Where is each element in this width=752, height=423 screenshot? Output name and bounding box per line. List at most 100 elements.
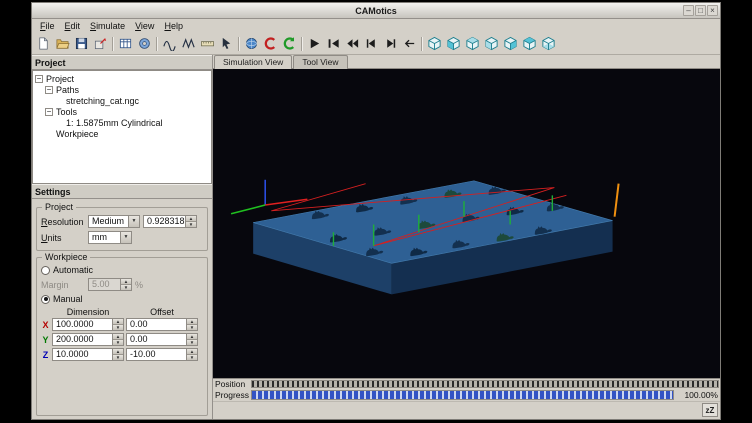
window-controls: – □ × bbox=[683, 5, 718, 16]
units-select[interactable]: mm ▼ bbox=[88, 231, 132, 244]
settings-panel-title: Settings bbox=[35, 187, 71, 197]
play-button[interactable] bbox=[305, 34, 324, 53]
measure-button[interactable] bbox=[198, 34, 217, 53]
position-slider[interactable] bbox=[251, 380, 719, 388]
progress-percent: 100.00% bbox=[674, 390, 720, 400]
tree-label: 1: 1.5875mm Cylindrical bbox=[66, 118, 163, 128]
z-dimension-spinbox[interactable]: 10.0000 ▲ ▼ bbox=[52, 348, 124, 361]
back-view-button[interactable] bbox=[463, 34, 482, 53]
group-title: Project bbox=[42, 202, 76, 212]
step-forward-button[interactable] bbox=[381, 34, 400, 53]
spin-down-button[interactable]: ▼ bbox=[187, 355, 197, 360]
collapse-icon[interactable]: − bbox=[35, 75, 43, 83]
menu-view[interactable]: View bbox=[130, 20, 159, 32]
tree-item-project[interactable]: − Project bbox=[35, 73, 211, 84]
spin-value: 100.0000 bbox=[53, 319, 112, 330]
sleep-indicator-button[interactable]: zZ bbox=[702, 403, 718, 417]
wire-path-button[interactable] bbox=[179, 34, 198, 53]
spin-value: 10.0000 bbox=[53, 349, 112, 360]
chevron-down-icon[interactable]: ▼ bbox=[120, 232, 131, 243]
perspective-view-button[interactable] bbox=[242, 34, 261, 53]
reload-simulation-button[interactable] bbox=[280, 34, 299, 53]
simulation-viewport[interactable] bbox=[213, 69, 720, 378]
title-bar[interactable]: CAMotics – □ × bbox=[32, 3, 720, 19]
collapse-icon[interactable]: − bbox=[45, 108, 53, 116]
save-project-button[interactable] bbox=[72, 34, 91, 53]
units-row: Units mm ▼ bbox=[41, 231, 203, 244]
maximize-button[interactable]: □ bbox=[695, 5, 706, 16]
spin-down-button[interactable]: ▼ bbox=[113, 355, 123, 360]
resolution-value-spinbox[interactable]: 0.928318 ▲ ▼ bbox=[143, 215, 197, 228]
y-offset-spinbox[interactable]: 0.00 ▲ ▼ bbox=[126, 333, 198, 346]
edit-tool-table-button[interactable] bbox=[116, 34, 135, 53]
right-view-button[interactable] bbox=[501, 34, 520, 53]
stop-simulation-button[interactable] bbox=[261, 34, 280, 53]
top-view-button[interactable] bbox=[520, 34, 539, 53]
spin-down-button[interactable]: ▼ bbox=[113, 340, 123, 345]
spin-buttons: ▲ ▼ bbox=[186, 319, 197, 330]
front-view-button[interactable] bbox=[444, 34, 463, 53]
x-dimension-spinbox[interactable]: 100.0000 ▲ ▼ bbox=[52, 318, 124, 331]
status-strip: zZ bbox=[213, 401, 720, 419]
tab-simulation-view[interactable]: Simulation View bbox=[214, 55, 292, 69]
tool-shape-button[interactable] bbox=[135, 34, 154, 53]
tree-label: Project bbox=[46, 74, 74, 84]
export-surface-button[interactable] bbox=[91, 34, 110, 53]
tree-item-workpiece[interactable]: Workpiece bbox=[35, 128, 211, 139]
spin-buttons: ▲ ▼ bbox=[186, 349, 197, 360]
settings-panel-header[interactable]: Settings bbox=[32, 184, 212, 199]
spin-down-button[interactable]: ▼ bbox=[186, 222, 196, 227]
toolbar-separator bbox=[154, 36, 160, 52]
x-offset-spinbox[interactable]: 0.00 ▲ ▼ bbox=[126, 318, 198, 331]
progress-label: Progress bbox=[213, 390, 251, 400]
collapse-icon[interactable]: − bbox=[45, 86, 53, 94]
spin-down-button: ▼ bbox=[121, 285, 131, 290]
menu-edit[interactable]: Edit bbox=[60, 20, 86, 32]
project-panel-header[interactable]: Project bbox=[32, 55, 212, 70]
tree-item-tools[interactable]: − Tools bbox=[35, 106, 211, 117]
position-label: Position bbox=[213, 379, 251, 389]
minimize-button[interactable]: – bbox=[683, 5, 694, 16]
skip-to-start-button[interactable] bbox=[324, 34, 343, 53]
spin-down-button[interactable]: ▼ bbox=[113, 325, 123, 330]
axis-y-label: Y bbox=[41, 335, 50, 345]
open-project-button[interactable] bbox=[53, 34, 72, 53]
spin-value: -10.00 bbox=[127, 349, 186, 360]
window-title: CAMotics bbox=[355, 6, 397, 16]
spin-buttons: ▲ ▼ bbox=[120, 279, 131, 290]
step-back-button[interactable] bbox=[362, 34, 381, 53]
bottom-view-button[interactable] bbox=[539, 34, 558, 53]
tree-item-paths[interactable]: − Paths bbox=[35, 84, 211, 95]
select-pointer-button[interactable] bbox=[217, 34, 236, 53]
smooth-path-button[interactable] bbox=[160, 34, 179, 53]
tab-tool-view[interactable]: Tool View bbox=[293, 55, 347, 69]
resolution-select[interactable]: Medium ▼ bbox=[88, 215, 140, 228]
toolbar-separator bbox=[110, 36, 116, 52]
left-view-button[interactable] bbox=[482, 34, 501, 53]
isometric-view-button[interactable] bbox=[425, 34, 444, 53]
new-project-button[interactable] bbox=[34, 34, 53, 53]
y-dimension-spinbox[interactable]: 200.0000 ▲ ▼ bbox=[52, 333, 124, 346]
menu-file[interactable]: File bbox=[35, 20, 60, 32]
automatic-radio[interactable] bbox=[41, 266, 50, 275]
spin-down-button[interactable]: ▼ bbox=[187, 325, 197, 330]
menu-simulate[interactable]: Simulate bbox=[85, 20, 130, 32]
close-button[interactable]: × bbox=[707, 5, 718, 16]
back-arrow-button[interactable] bbox=[400, 34, 419, 53]
spin-value: 0.00 bbox=[127, 334, 186, 345]
manual-row: Manual bbox=[41, 294, 203, 304]
tree-label: stretching_cat.ngc bbox=[66, 96, 139, 106]
tree-item-tool-1[interactable]: 1: 1.5875mm Cylindrical bbox=[35, 117, 211, 128]
spin-value: 5.00 bbox=[89, 279, 120, 290]
scene-3d bbox=[213, 69, 720, 378]
manual-radio[interactable] bbox=[41, 295, 50, 304]
z-offset-spinbox[interactable]: -10.00 ▲ ▼ bbox=[126, 348, 198, 361]
fast-rewind-button[interactable] bbox=[343, 34, 362, 53]
tree-item-gcode-file[interactable]: stretching_cat.ngc bbox=[35, 95, 211, 106]
spin-down-button[interactable]: ▼ bbox=[187, 340, 197, 345]
progress-row: Progress 100.00% bbox=[213, 389, 720, 401]
chevron-down-icon[interactable]: ▼ bbox=[128, 216, 139, 227]
menu-help[interactable]: Help bbox=[159, 20, 188, 32]
dimension-table-header: Dimension Offset bbox=[41, 307, 203, 317]
window-content: Project − Project − Paths stretching_cat… bbox=[32, 55, 720, 419]
